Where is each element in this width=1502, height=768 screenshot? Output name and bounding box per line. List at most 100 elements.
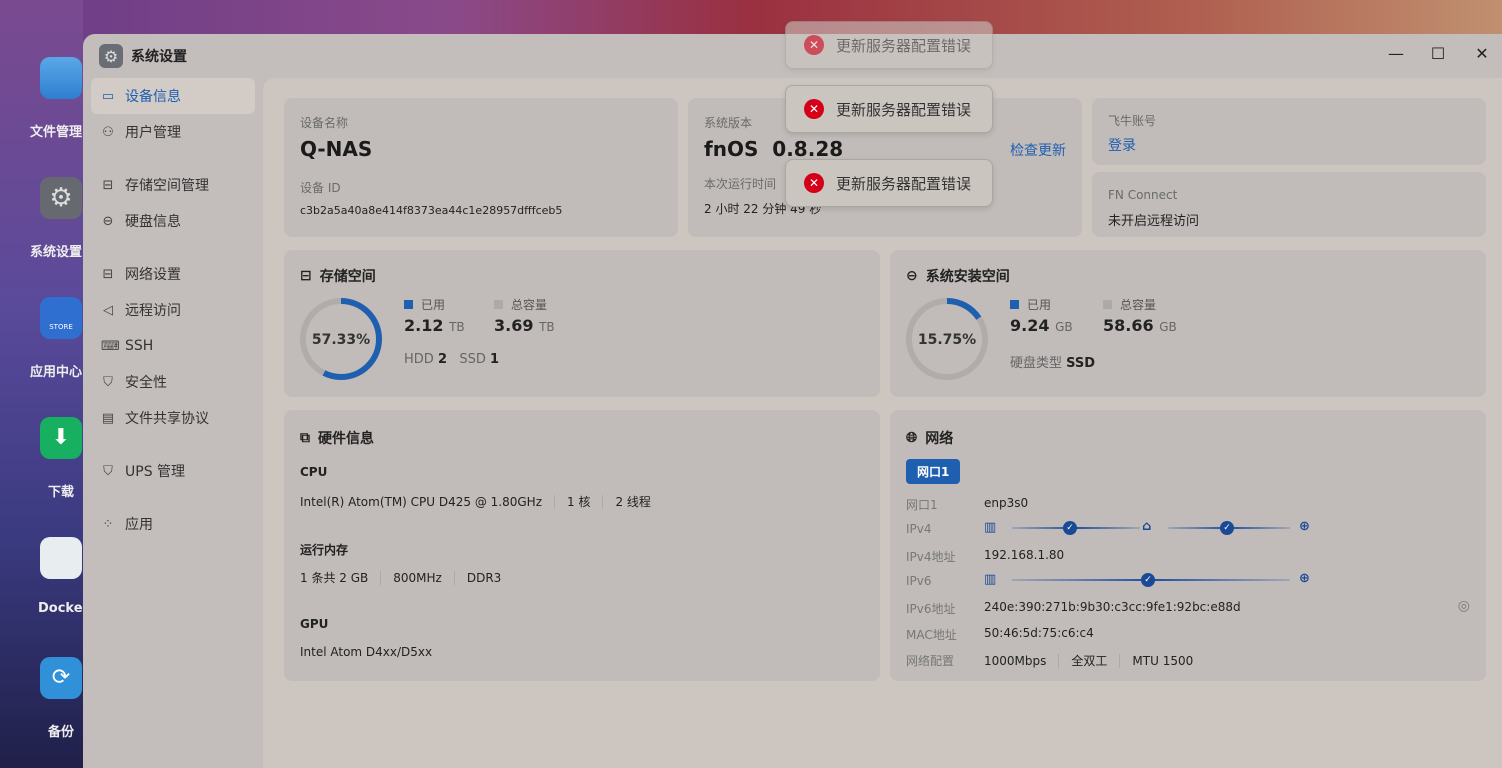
hdd-count: 2 <box>437 352 447 367</box>
ipv4-label: IPv4 <box>906 522 932 536</box>
storage-used: 2.12 <box>404 316 444 335</box>
fn-connect-card: FN Connect 未开启远程访问 <box>1092 172 1486 237</box>
cpu-model: Intel(R) Atom(TM) CPU D425 @ 1.80GHz <box>300 494 543 509</box>
sidebar-item-label: 用户管理 <box>125 125 181 141</box>
used-label: 已用 <box>421 298 446 312</box>
backup-icon[interactable]: ⟳ <box>40 657 82 699</box>
sidebar-item-label: 网络设置 <box>125 267 181 283</box>
nas-device-icon: ▥ <box>984 520 997 535</box>
network-config-label: 网络配置 <box>906 654 955 668</box>
shield-check-icon: ⛉ <box>103 374 113 390</box>
docker-icon[interactable] <box>40 537 82 579</box>
storage-card: ⊟ 存储空间 57.33% 已用 总容量 2.12 TB 3.69 TB HDD … <box>284 250 880 397</box>
eye-icon[interactable]: ◎ <box>1458 598 1470 614</box>
ipv6-address-label: IPv6地址 <box>906 602 956 616</box>
settings-gear-icon[interactable]: ⚙ <box>40 177 82 219</box>
ipv4-address-label: IPv4地址 <box>906 550 956 564</box>
sidebar-item-label: 存储空间管理 <box>125 178 209 194</box>
desktop: 文件管理 ⚙ 系统设置 STORE 应用中心 ⬇ 下载 Docker ⟳ 备份 <box>0 0 89 768</box>
file-manager-icon[interactable] <box>40 57 82 99</box>
tab-port1[interactable]: 网口1 <box>906 459 961 484</box>
sidebar-item-ups[interactable]: ⛉ UPS 管理 <box>91 453 255 489</box>
total-legend-swatch <box>1103 300 1112 309</box>
device-id-label: 设备 ID <box>300 181 341 195</box>
toast-message: 更新服务器配置错误 <box>836 100 972 119</box>
toast-message: 更新服务器配置错误 <box>836 36 972 55</box>
sidebar: ▭ 设备信息 ⚇ 用户管理 ⊟ 存储空间管理 ⊖ 硬盘信息 ⊟ 网络设置 ◁ 远程访问 ⌨ S… <box>83 78 263 542</box>
storage-total: 3.69 <box>494 316 534 335</box>
mac-label: MAC地址 <box>906 628 957 642</box>
network-icon: ⊟ <box>102 266 114 282</box>
sidebar-item-label: 文件共享协议 <box>125 411 209 427</box>
used-unit: GB <box>1055 320 1073 334</box>
gpu-model: Intel Atom D4xx/D5xx <box>300 645 433 659</box>
sidebar-item-security[interactable]: ⛉ 安全性 <box>91 364 255 400</box>
sidebar-item-device-info[interactable]: ▭ 设备信息 <box>91 78 255 114</box>
minimize-button[interactable]: — <box>1386 44 1406 63</box>
error-toast: ✕ 更新服务器配置错误 <box>785 21 993 69</box>
total-label: 总容量 <box>1120 298 1157 312</box>
disk-type-label: 硬盘类型 <box>1010 356 1063 371</box>
disk-type: SSD <box>1066 356 1096 371</box>
desktop-app-label[interactable]: 应用中心 <box>30 361 90 380</box>
user-icon: ⚇ <box>102 124 114 140</box>
desktop-app-label[interactable]: 文件管理 <box>30 121 90 140</box>
sidebar-item-apps[interactable]: ⁘ 应用 <box>91 506 255 542</box>
ssd-count: 1 <box>490 352 500 367</box>
sidebar-item-network[interactable]: ⊟ 网络设置 <box>91 256 255 292</box>
system-space-percent: 15.75% <box>917 332 977 348</box>
system-space-card: ⊖ 系统安装空间 15.75% 已用 总容量 9.24 GB 58.66 GB 硬… <box>890 250 1486 397</box>
device-name-label: 设备名称 <box>300 116 349 130</box>
device-card: 设备名称 Q-NAS 设备 ID c3b2a5a40a8e414f8373ea4… <box>284 98 678 237</box>
toast-message: 更新服务器配置错误 <box>836 174 972 193</box>
close-button[interactable]: ✕ <box>1472 44 1492 63</box>
storage-used-unit: TB <box>449 320 465 334</box>
device-name: Q-NAS <box>300 137 373 161</box>
internet-globe-icon: ⊕ <box>1299 571 1310 586</box>
sidebar-item-remote[interactable]: ◁ 远程访问 <box>91 292 255 328</box>
error-icon: ✕ <box>804 35 824 55</box>
cpu-cores: 1 核 <box>567 495 591 509</box>
internet-globe-icon: ⊕ <box>1299 519 1310 534</box>
storage-total-unit: TB <box>539 320 555 334</box>
mac-address: 50:46:5d:75:c6:c4 <box>984 626 1094 640</box>
error-icon: ✕ <box>804 99 824 119</box>
memory-frequency: 800MHz <box>393 570 442 585</box>
os-name: fnOS <box>704 137 759 161</box>
network-card: 🌐︎ 网络 网口1 网口1 enp3s0 IPv4 ▥ ✓ ⌂ ✓ ⊕ IPv4地址… <box>890 410 1486 681</box>
sidebar-item-label: 安全性 <box>125 375 167 391</box>
window-title: 系统设置 <box>131 49 187 65</box>
maximize-button[interactable]: ☐ <box>1428 44 1448 63</box>
storage-percent: 57.33% <box>311 332 371 348</box>
desktop-app-label[interactable]: 系统设置 <box>30 241 90 260</box>
hdd-label: HDD <box>404 352 434 367</box>
system-space-total: 58.66 <box>1103 316 1154 335</box>
fn-account-label: 飞牛账号 <box>1108 114 1157 128</box>
sidebar-item-storage[interactable]: ⊟ 存储空间管理 <box>91 167 255 203</box>
devices-icon: ⧉ <box>300 430 310 446</box>
os-version: 0.8.28 <box>772 137 844 161</box>
store-icon[interactable]: STORE <box>40 297 82 339</box>
port-label: 网口1 <box>906 498 938 512</box>
memory-label: 运行内存 <box>300 543 349 557</box>
sidebar-item-disks[interactable]: ⊖ 硬盘信息 <box>91 203 255 239</box>
system-space-used: 9.24 <box>1010 316 1050 335</box>
storage-icon: ⊟ <box>102 177 114 193</box>
ssd-label: SSD <box>459 352 486 367</box>
used-legend-swatch <box>1010 300 1019 309</box>
cpu-threads: 2 线程 <box>615 495 651 509</box>
download-icon[interactable]: ⬇ <box>40 417 82 459</box>
ipv4-address: 192.168.1.80 <box>984 548 1065 562</box>
sidebar-item-label: 硬盘信息 <box>125 214 181 230</box>
sidebar-item-users[interactable]: ⚇ 用户管理 <box>91 114 255 150</box>
nas-device-icon: ▥ <box>984 572 997 587</box>
check-update-link[interactable]: 检查更新 <box>1010 140 1066 160</box>
total-legend-swatch <box>494 300 503 309</box>
sidebar-item-ssh[interactable]: ⌨ SSH <box>91 328 255 364</box>
hardware-title: 硬件信息 <box>318 431 374 447</box>
storage-title: 存储空间 <box>319 269 376 285</box>
sidebar-item-file-sharing[interactable]: ▤ 文件共享协议 <box>91 400 255 436</box>
sidebar-item-label: UPS 管理 <box>125 464 186 480</box>
monitor-icon: ▭ <box>101 88 115 104</box>
login-link[interactable]: 登录 <box>1108 135 1470 155</box>
